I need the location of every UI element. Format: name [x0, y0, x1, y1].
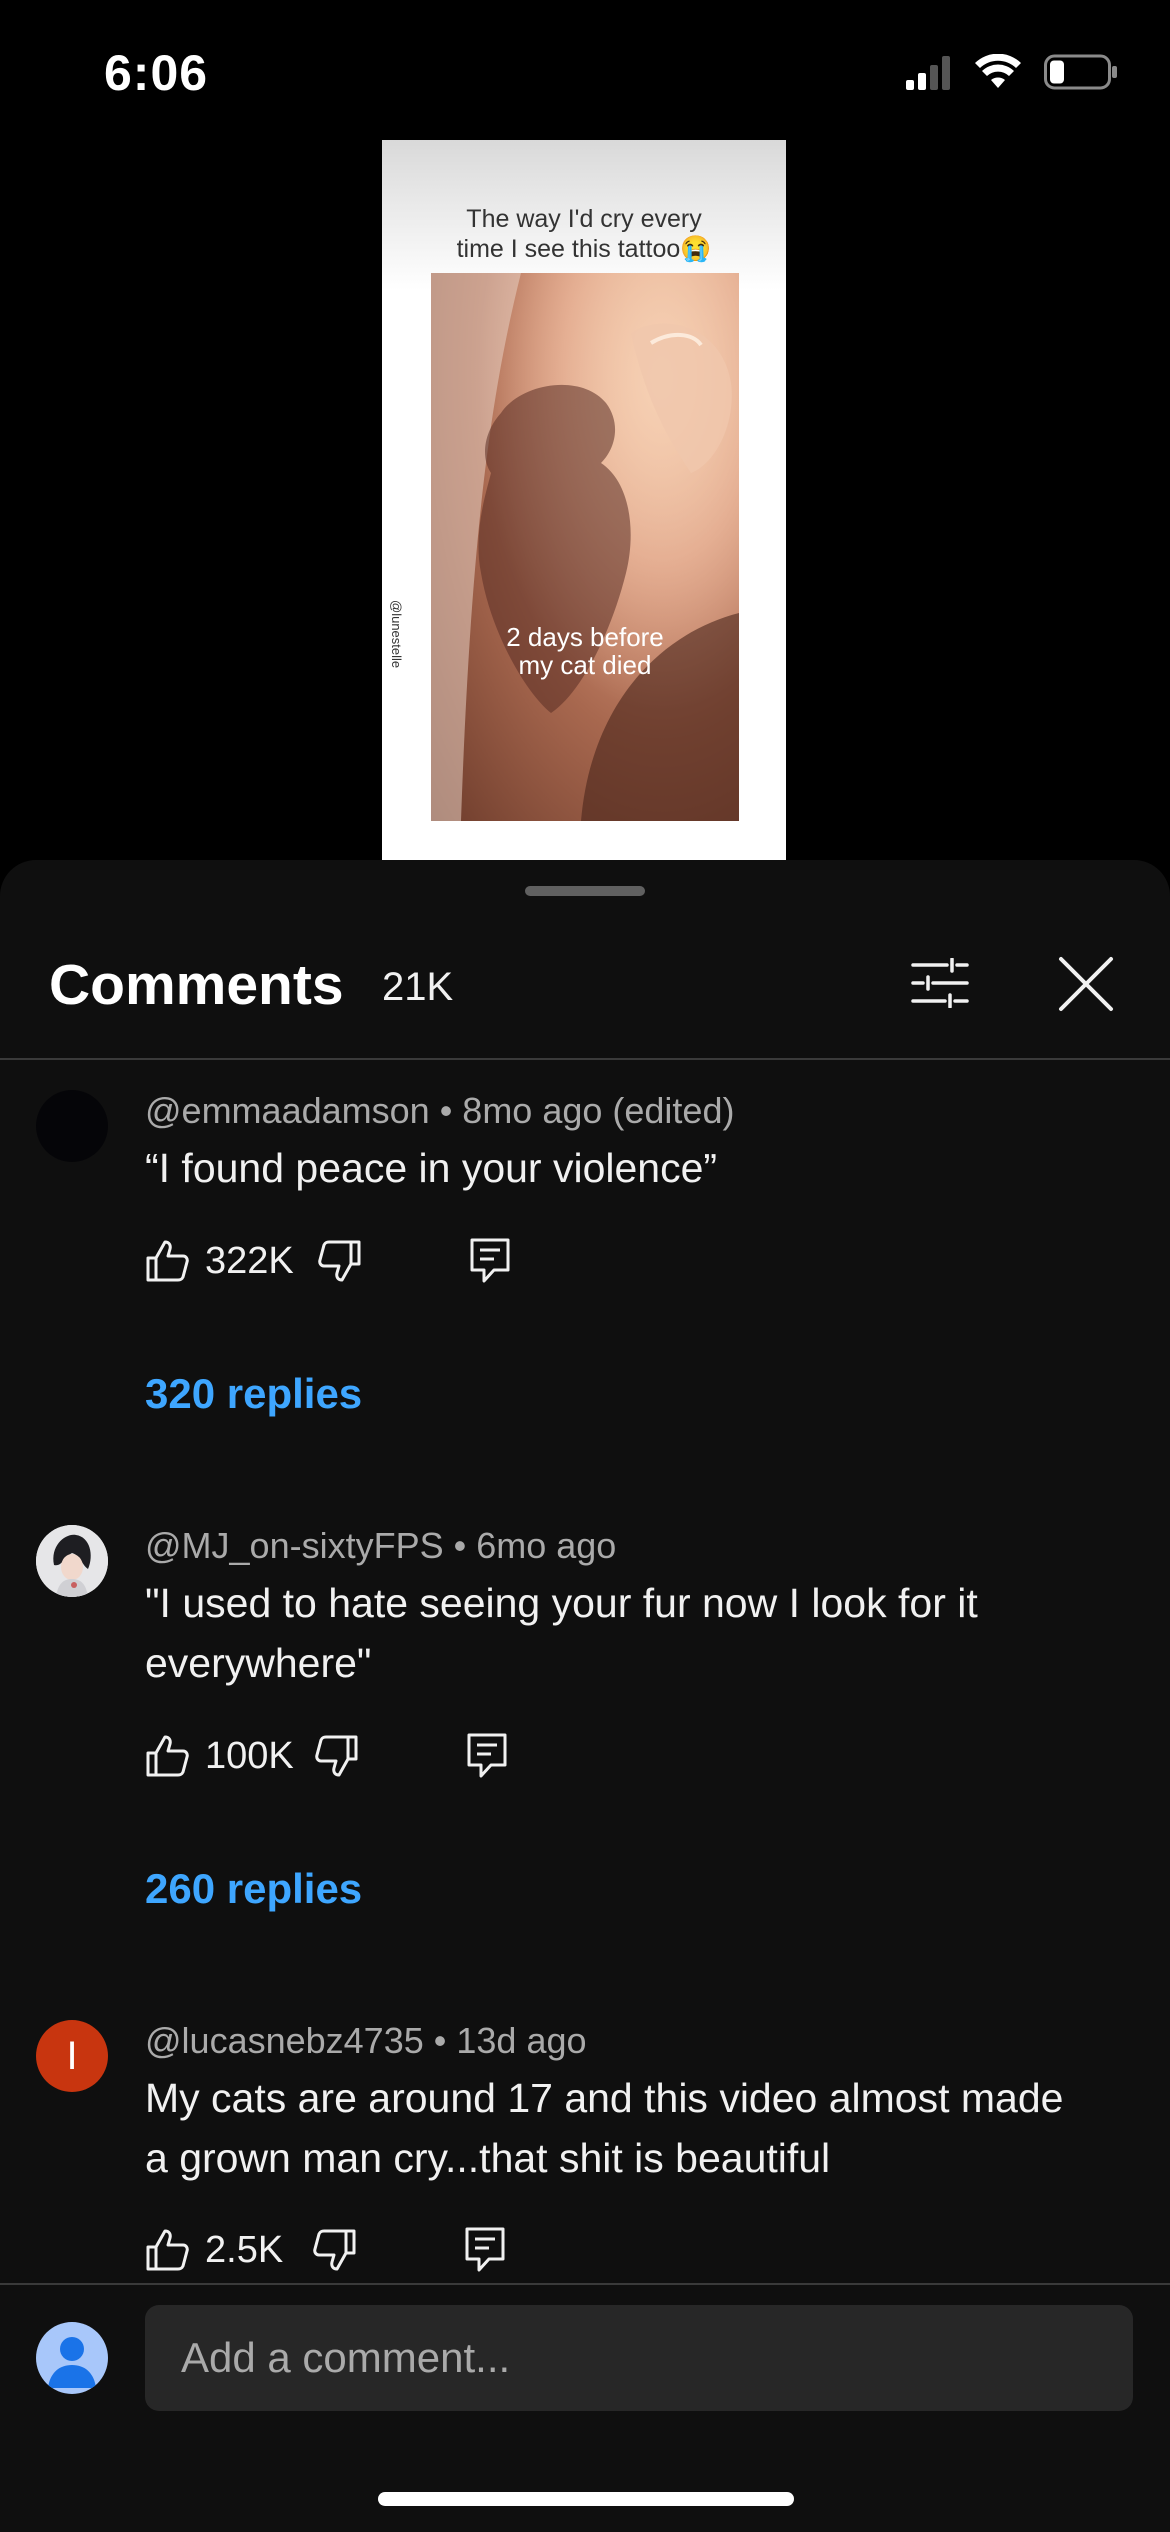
avatar[interactable]	[36, 1090, 108, 1162]
status-icons	[906, 52, 1118, 96]
avatar-letter: I	[66, 2033, 78, 2078]
video-photo-art	[431, 273, 739, 821]
video-overlay-line1: 2 days before	[506, 622, 664, 652]
comment-composer	[0, 2283, 1170, 2532]
comments-sheet: Comments 21K @emmaadamson • 8mo ago (edi…	[0, 860, 1170, 2532]
comment-item: @emmaadamson • 8mo ago (edited) “I found…	[0, 1090, 1170, 1510]
comment-time: 6mo ago	[476, 1525, 617, 1566]
comment-text: My cats are around 17 and this video alm…	[145, 2075, 1064, 2181]
like-count: 322K	[205, 1240, 294, 1282]
cellular-signal-icon	[906, 54, 952, 95]
status-time: 6:06	[104, 45, 209, 101]
sort-filter-button[interactable]	[905, 948, 975, 1018]
battery-icon	[1044, 54, 1118, 95]
comment-author[interactable]: @MJ_on-sixtyFPS	[145, 1525, 444, 1566]
reply-comment-icon	[467, 1733, 507, 1778]
like-count: 2.5K	[205, 2229, 284, 2271]
meta-separator: •	[439, 1090, 463, 1131]
video-caption: The way I'd cry every time I see this ta…	[382, 204, 786, 264]
video-overlay-line2: my cat died	[518, 650, 652, 680]
avatar-image	[36, 1525, 108, 1597]
thumbs-up-icon	[146, 2229, 189, 2271]
comment-text: "I used to hate seeing your fur now I lo…	[145, 1580, 978, 1686]
comment-meta: @emmaadamson • 8mo ago (edited)	[145, 1090, 734, 1132]
like-button[interactable]	[145, 1233, 195, 1289]
comment-actions: 2.5K	[145, 2222, 745, 2278]
wifi-icon	[974, 53, 1022, 95]
comment-meta: @lucasnebz4735 • 13d ago	[145, 2020, 587, 2062]
video-overlay-text: 2 days before my cat died	[431, 623, 739, 679]
video-caption-line1: The way I'd cry every	[466, 205, 702, 233]
video-watermark: @lunestelle	[389, 600, 404, 669]
comment-author[interactable]: @lucasnebz4735	[145, 2020, 424, 2061]
comment-time: 13d ago	[456, 2020, 587, 2061]
comment-text: “I found peace in your violence”	[145, 1145, 718, 1191]
meta-separator: •	[453, 1525, 477, 1566]
drag-handle[interactable]	[525, 886, 645, 896]
comment-author[interactable]: @emmaadamson	[145, 1090, 430, 1131]
composer-divider	[0, 2283, 1170, 2285]
meta-separator: •	[433, 2020, 457, 2061]
comment-actions: 100K	[145, 1728, 745, 1784]
thumbs-up-icon	[146, 1735, 189, 1777]
user-avatar-icon	[36, 2322, 108, 2394]
avatar[interactable]: I	[36, 2020, 108, 2092]
reply-button[interactable]	[467, 1728, 517, 1784]
comment-meta: @MJ_on-sixtyFPS • 6mo ago	[145, 1525, 616, 1567]
close-icon	[1059, 957, 1113, 1011]
reply-comment-icon	[470, 1238, 510, 1283]
home-indicator[interactable]	[378, 2492, 794, 2506]
thumbs-down-icon	[313, 2229, 356, 2271]
comment-actions: 322K	[145, 1233, 745, 1289]
view-replies-link[interactable]: 260 replies	[145, 1865, 362, 1913]
like-count: 100K	[205, 1735, 294, 1777]
video-player[interactable]: The way I'd cry every time I see this ta…	[0, 140, 1170, 860]
status-bar: 6:06	[0, 0, 1170, 140]
video-caption-line2: time I see this tattoo😭	[456, 235, 712, 263]
thumbs-down-icon	[318, 1240, 361, 1282]
sliders-icon	[911, 958, 969, 1008]
reply-button[interactable]	[465, 2222, 515, 2278]
comments-count: 21K	[382, 965, 454, 1009]
like-button[interactable]	[145, 1728, 195, 1784]
dislike-button[interactable]	[315, 1728, 365, 1784]
avatar[interactable]	[36, 1525, 108, 1597]
video-frame: The way I'd cry every time I see this ta…	[382, 140, 786, 860]
comment-item: @MJ_on-sixtyFPS • 6mo ago "I used to hat…	[0, 1525, 1170, 1955]
reply-button[interactable]	[470, 1233, 520, 1289]
like-button[interactable]	[145, 2222, 195, 2278]
thumbs-down-icon	[315, 1735, 358, 1777]
header-divider	[0, 1058, 1170, 1060]
dislike-button[interactable]	[313, 2222, 363, 2278]
thumbs-up-icon	[146, 1240, 189, 1282]
add-comment-input[interactable]	[145, 2305, 1133, 2411]
comments-title: Comments	[49, 953, 344, 1017]
close-button[interactable]	[1050, 948, 1122, 1020]
default-person-icon	[48, 2337, 96, 2388]
view-replies-link[interactable]: 320 replies	[145, 1370, 362, 1418]
dislike-button[interactable]	[318, 1233, 368, 1289]
reply-comment-icon	[465, 2227, 505, 2272]
comment-time: 8mo ago (edited)	[462, 1090, 735, 1131]
video-thumbnail-image: 2 days before my cat died	[431, 273, 739, 821]
